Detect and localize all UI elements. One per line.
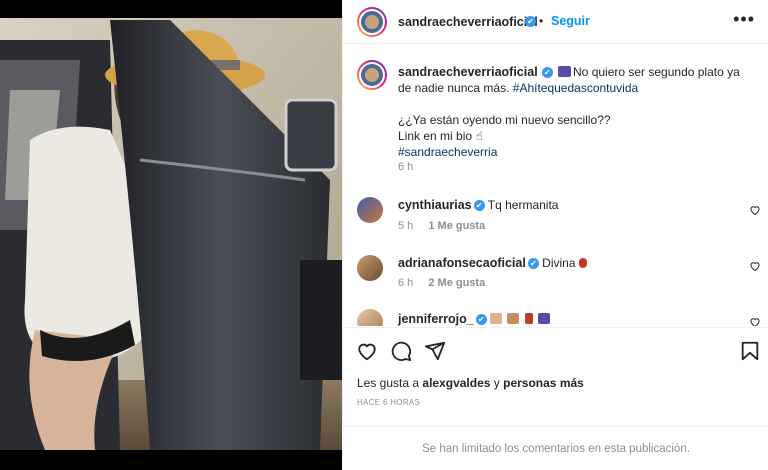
more-icon[interactable]: •••: [733, 10, 755, 28]
post-image: [0, 0, 342, 470]
post-photo[interactable]: [0, 0, 342, 470]
comment-icon[interactable]: [390, 340, 412, 362]
comment-username[interactable]: adrianafonsecaoficial: [398, 256, 526, 270]
likes-user[interactable]: alexgvaldes: [422, 376, 490, 390]
caption-username[interactable]: sandraecheverriaoficial: [398, 65, 538, 79]
header-separator: •: [539, 14, 544, 28]
caption-line-2: ¿¿Ya están oyendo mi nuevo sencillo??: [398, 113, 611, 127]
verified-icon: ✔: [525, 16, 536, 27]
author-avatar[interactable]: [357, 7, 387, 37]
post-timestamp[interactable]: HACE 6 HORAS: [357, 398, 420, 407]
emoji-icon: [507, 313, 520, 324]
caption-avatar[interactable]: [357, 60, 387, 90]
rose-emoji-icon: [578, 258, 587, 268]
like-comment-heart-icon[interactable]: [749, 204, 761, 216]
like-comment-heart-icon[interactable]: [749, 316, 761, 326]
rose-emoji-icon: [524, 313, 533, 324]
comment-likes[interactable]: 1 Me gusta: [428, 220, 485, 232]
verified-icon: ✔: [473, 200, 485, 212]
caption-line-3: Link en mi bio ☝: [398, 129, 483, 143]
comment-item: jenniferrojo_ ✔: [343, 304, 768, 326]
commenter-avatar[interactable]: [357, 197, 383, 223]
caption-text: sandraecheverriaoficial ✔ No quiero ser s…: [398, 64, 748, 160]
caption-hashtag-2[interactable]: #sandraecheverria: [398, 144, 748, 160]
comment-body: jenniferrojo_ ✔: [398, 312, 552, 326]
share-icon[interactable]: [424, 340, 446, 362]
comments-limited-notice: Se han limitado los comentarios en esta …: [343, 426, 768, 470]
caption-hashtag-1[interactable]: #Ahítequedascontuvida: [513, 81, 638, 95]
comment-username[interactable]: jenniferrojo_: [398, 312, 474, 326]
post-side-panel: sandraecheverriaoficial ✔ • Seguir ••• s…: [342, 0, 768, 470]
comment-username[interactable]: cynthiaurias: [398, 198, 472, 212]
likes-and: y: [493, 376, 500, 390]
post-header: sandraecheverriaoficial ✔ • Seguir •••: [343, 0, 768, 44]
comment-time[interactable]: 5 h: [398, 220, 413, 232]
emoji-icon: [558, 66, 572, 77]
comment-text: Divina: [542, 256, 576, 270]
emoji-icon: [538, 313, 551, 324]
comment-item: adrianafonsecaoficial ✔ Divina 6 h 2 Me g…: [343, 250, 768, 310]
author-username[interactable]: sandraecheverriaoficial: [398, 15, 538, 29]
heart-icon[interactable]: [356, 340, 378, 362]
follow-button[interactable]: Seguir: [551, 14, 590, 28]
post-actions: [343, 327, 768, 371]
comment-item: cynthiaurias ✔ Tq hermanita 5 h 1 Me gust…: [343, 190, 768, 250]
likes-summary: Les gusta a alexgvaldes y personas más: [357, 376, 584, 390]
comment-body: cynthiaurias ✔ Tq hermanita: [398, 198, 558, 212]
emoji-icon: [490, 313, 503, 324]
caption-time[interactable]: 6 h: [398, 161, 413, 173]
likes-others[interactable]: personas más: [503, 376, 584, 390]
verified-icon: ✔: [527, 258, 539, 270]
comment-meta: 5 h 1 Me gusta: [398, 220, 497, 232]
verified-icon: ✔: [475, 314, 487, 326]
bookmark-icon[interactable]: [739, 340, 761, 362]
comment-text: Tq hermanita: [487, 198, 559, 212]
comment-likes[interactable]: 2 Me gusta: [428, 277, 485, 289]
commenter-avatar[interactable]: [357, 255, 383, 281]
likes-prefix: Les gusta a: [357, 376, 420, 390]
comment-meta: 6 h 2 Me gusta: [398, 277, 497, 289]
commenter-avatar[interactable]: [357, 309, 383, 326]
like-comment-heart-icon[interactable]: [749, 260, 761, 272]
comment-time[interactable]: 6 h: [398, 277, 413, 289]
comment-body: adrianafonsecaoficial ✔ Divina: [398, 256, 589, 270]
verified-icon: ✔: [541, 67, 553, 79]
